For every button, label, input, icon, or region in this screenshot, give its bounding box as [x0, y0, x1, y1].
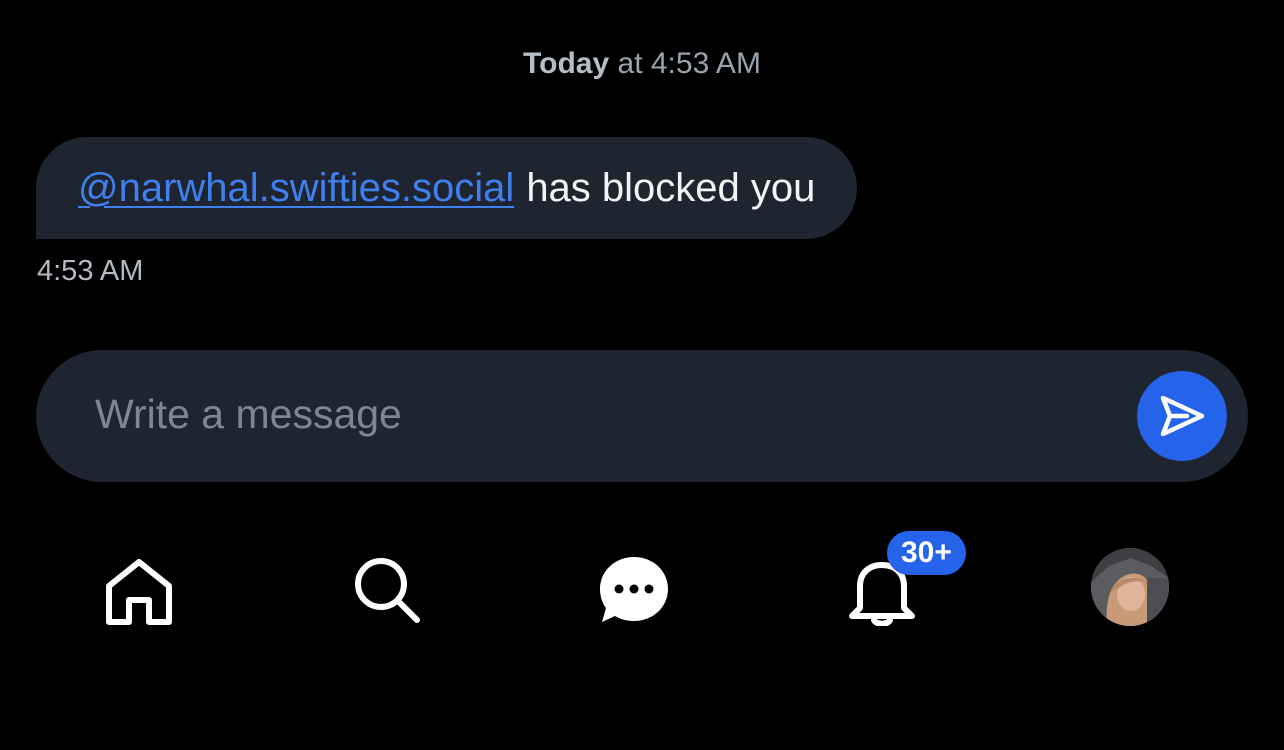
message-composer[interactable]: Write a message — [36, 350, 1248, 482]
nav-home[interactable] — [89, 540, 189, 640]
date-separator: Today at 4:53 AM — [0, 44, 1284, 84]
search-icon — [355, 558, 420, 623]
date-time: at 4:53 AM — [609, 47, 761, 80]
chat-screen: Today at 4:53 AM @narwhal.swifties.socia… — [0, 0, 1284, 750]
profile-avatar[interactable] — [1091, 548, 1169, 626]
message-timestamp: 4:53 AM — [37, 255, 144, 287]
send-icon — [1160, 395, 1205, 437]
message-input-placeholder[interactable]: Write a message — [95, 350, 402, 482]
mention-link[interactable]: @narwhal.swifties.social — [78, 166, 514, 211]
message-bubble: @narwhal.swifties.social has blocked you — [36, 137, 858, 239]
send-button[interactable] — [1137, 371, 1227, 461]
nav-search[interactable] — [337, 540, 437, 640]
avatar-image — [1091, 548, 1169, 626]
notification-count-badge: 30+ — [887, 531, 966, 575]
message-text: has blocked you — [526, 165, 816, 210]
chat-icon — [600, 557, 668, 622]
date-day: Today — [523, 47, 610, 80]
nav-chat[interactable] — [584, 540, 684, 640]
home-icon — [106, 559, 172, 625]
